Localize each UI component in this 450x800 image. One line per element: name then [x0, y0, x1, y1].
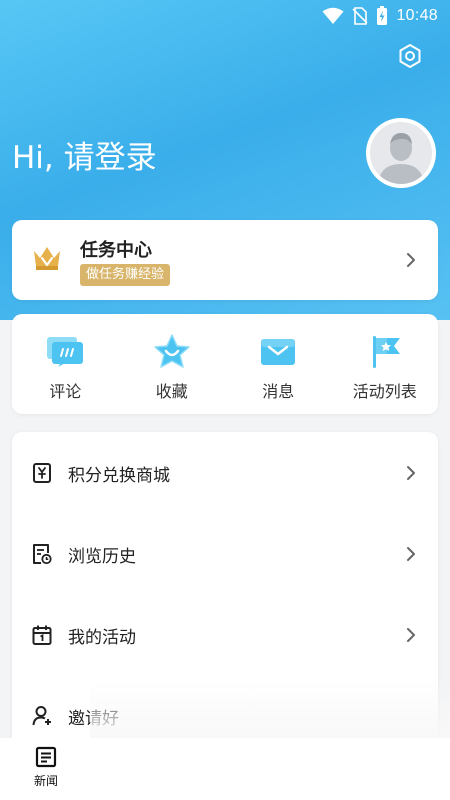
- flag-icon: [372, 336, 400, 368]
- chevron-right-icon: [407, 466, 415, 480]
- envelope-icon: [261, 339, 296, 365]
- task-center-badge: 做任务赚经验: [80, 264, 171, 286]
- quick-action-favorites[interactable]: 收藏: [119, 314, 226, 414]
- menu-item-label: 浏览历史: [68, 546, 136, 567]
- crown-icon: [34, 247, 60, 270]
- quick-action-label: 评论: [49, 382, 82, 401]
- default-avatar-icon: [370, 122, 432, 184]
- status-bar: 10:48: [0, 0, 450, 32]
- comment-icon: [47, 337, 84, 367]
- settings-icon: [399, 44, 421, 68]
- menu-list: 积分兑换商城 浏览历史 我的活动 邀请好: [12, 432, 438, 762]
- quick-action-label: 活动列表: [352, 382, 417, 401]
- calendar-icon: [32, 625, 52, 645]
- task-center-card[interactable]: [12, 220, 438, 300]
- menu-item-points-mall[interactable]: 积分兑换商城: [12, 453, 438, 493]
- quick-action-comment[interactable]: 评论: [12, 314, 119, 414]
- history-icon: [33, 544, 52, 565]
- menu-item-invite-friends[interactable]: 邀请好: [12, 696, 438, 736]
- quick-action-label: 收藏: [155, 382, 188, 401]
- nav-tab-news[interactable]: 新闻: [28, 746, 64, 796]
- battery-charging-icon: [377, 6, 388, 25]
- settings-button[interactable]: [394, 40, 426, 72]
- news-icon: [35, 746, 57, 768]
- quick-action-messages[interactable]: 消息: [225, 314, 332, 414]
- avatar[interactable]: [366, 118, 436, 188]
- wifi-icon: [322, 7, 344, 24]
- quick-actions: 评论 收藏 消息 活动列表: [12, 314, 438, 414]
- menu-item-my-activities[interactable]: 我的活动: [12, 615, 438, 655]
- star-icon: [154, 334, 190, 368]
- no-sim-icon: [352, 7, 369, 25]
- menu-item-label: 我的活动: [68, 627, 136, 648]
- status-time: 10:48: [396, 7, 438, 24]
- chevron-right-icon: [407, 253, 415, 267]
- gift-store-icon: [33, 463, 51, 483]
- quick-action-activity-list[interactable]: 活动列表: [332, 314, 439, 414]
- menu-item-label: 邀请好: [68, 708, 119, 729]
- task-center-title: 任务中心: [80, 240, 152, 261]
- bottom-navigation: 新闻: [0, 738, 450, 800]
- menu-item-label: 积分兑换商城: [68, 465, 170, 486]
- chevron-right-icon: [407, 547, 415, 561]
- login-prompt[interactable]: Hi, 请登录: [12, 132, 157, 177]
- add-user-icon: [32, 706, 51, 726]
- quick-action-label: 消息: [262, 382, 295, 401]
- chevron-right-icon: [407, 628, 415, 642]
- menu-item-browse-history[interactable]: 浏览历史: [12, 534, 438, 574]
- nav-tab-label: 新闻: [33, 774, 58, 788]
